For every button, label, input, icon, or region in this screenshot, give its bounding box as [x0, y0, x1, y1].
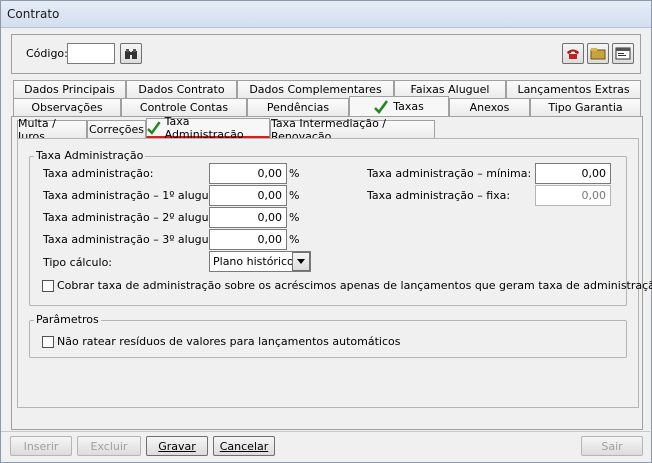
gravar-button[interactable]: Gravar	[146, 436, 208, 456]
taxa-adm-input[interactable]: 0,00	[209, 163, 287, 184]
inserir-button[interactable]: Inserir	[10, 436, 72, 456]
taxa-adm-unit: %	[289, 167, 300, 180]
taxa-adm-1-unit: %	[289, 189, 300, 202]
subtab-taxa-administracao-label: Taxa Administração	[164, 114, 244, 141]
subtab-multa-juros[interactable]: Multa / Juros	[17, 117, 87, 143]
taxa-adm-3-label: Taxa administração – 3º aluguel:	[43, 233, 223, 246]
checkmark-icon	[374, 99, 389, 114]
header-panel: Código:	[11, 34, 641, 74]
taxa-adm-1-input[interactable]: 0,00	[209, 185, 287, 206]
taxa-adm-minima-label: Taxa administração – mínima:	[367, 167, 532, 180]
sair-label: Sair	[601, 439, 623, 453]
gravar-label: Gravar	[158, 439, 196, 453]
subtab-taxa-administracao[interactable]: Taxa Administração	[146, 114, 270, 141]
chevron-down-icon	[297, 259, 305, 264]
inserir-label: Inserir	[23, 439, 59, 453]
taxa-adm-1-label: Taxa administração – 1º aluguel:	[43, 189, 223, 202]
parametros-legend: Parâmetros	[34, 313, 101, 326]
tab-taxas-label: Taxas	[393, 100, 424, 113]
taxa-adm-fixa-label: Taxa administração – fixa:	[367, 189, 511, 202]
window-title: Contrato	[7, 7, 60, 21]
binoculars-search-button[interactable]	[120, 43, 142, 64]
sair-button[interactable]: Sair	[581, 436, 643, 456]
excluir-button[interactable]: Excluir	[77, 436, 141, 456]
tab-controle-contas[interactable]: Controle Contas	[121, 98, 247, 116]
codigo-label: Código:	[26, 47, 68, 60]
window-icon	[615, 47, 631, 60]
cancelar-button[interactable]: Cancelar	[213, 436, 275, 456]
excluir-label: Excluir	[90, 439, 128, 453]
tab-dados-principais[interactable]: Dados Principais	[13, 80, 126, 98]
taxa-adm-2-unit: %	[289, 211, 300, 224]
tab-observacoes[interactable]: Observações	[13, 98, 121, 116]
tab-anexos[interactable]: Anexos	[449, 98, 530, 116]
nao-ratear-checkbox[interactable]	[42, 336, 54, 348]
title-bar: Contrato	[1, 1, 651, 28]
cancelar-label: Cancelar	[219, 439, 269, 453]
tab-dados-contrato[interactable]: Dados Contrato	[126, 80, 237, 98]
tab-pendencias[interactable]: Pendências	[247, 98, 349, 116]
checkmark-icon	[147, 120, 161, 135]
window-button[interactable]	[612, 43, 634, 64]
taxa-adm-minima-input[interactable]: 0,00	[535, 163, 611, 184]
folder-button[interactable]	[587, 43, 609, 64]
binoculars-icon	[125, 48, 137, 59]
taxa-administracao-legend: Taxa Administração	[34, 149, 146, 162]
taxa-adm-3-input[interactable]: 0,00	[209, 229, 287, 250]
nao-ratear-label: Não ratear resíduos de valores para lanç…	[57, 335, 401, 348]
taxa-adm-label: Taxa administração:	[43, 167, 154, 180]
tipo-calculo-label: Tipo cálculo:	[43, 256, 113, 269]
taxa-adm-2-label: Taxa administração – 2º aluguel:	[43, 211, 223, 224]
tab-tipo-garantia[interactable]: Tipo Garantia	[530, 98, 641, 116]
tipo-calculo-value: Plano histórico	[213, 255, 294, 268]
taxa-adm-fixa-input: 0,00	[535, 185, 611, 206]
taxa-adm-3-unit: %	[289, 233, 300, 246]
tipo-calculo-dropdown-button[interactable]	[292, 252, 310, 271]
contrato-window: Contrato Código: Dados Principais Dados …	[0, 0, 652, 463]
phone-button[interactable]	[562, 43, 584, 64]
tab-taxas[interactable]: Taxas	[349, 96, 449, 116]
taxa-adm-2-input[interactable]: 0,00	[209, 207, 287, 228]
tab-lancamentos-extras[interactable]: Lançamentos Extras	[506, 80, 641, 98]
subtab-taxa-intermediacao[interactable]: Taxa Intermediação / Renovação	[270, 117, 435, 143]
phone-icon	[567, 49, 579, 59]
subtab-correcoes[interactable]: Correções	[87, 120, 146, 138]
cobrar-taxa-checkbox[interactable]	[42, 280, 54, 292]
cobrar-taxa-label: Cobrar taxa de administração sobre os ac…	[57, 279, 652, 292]
codigo-input[interactable]	[67, 43, 115, 64]
folder-icon	[590, 48, 606, 60]
